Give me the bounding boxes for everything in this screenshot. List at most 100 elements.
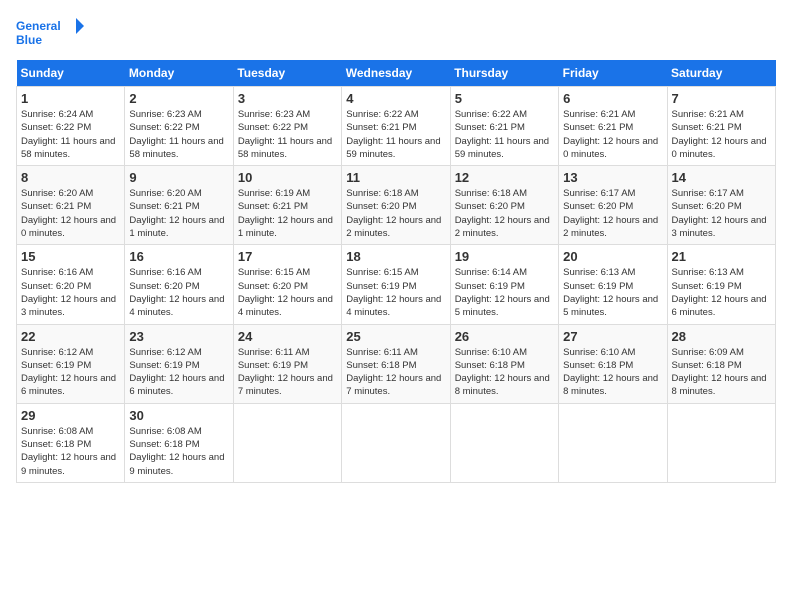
day-header-tuesday: Tuesday <box>233 60 341 87</box>
day-info: Sunrise: 6:22 AM Sunset: 6:21 PM Dayligh… <box>455 108 554 161</box>
day-cell <box>233 403 341 482</box>
logo: General Blue <box>16 16 86 52</box>
day-info: Sunrise: 6:10 AM Sunset: 6:18 PM Dayligh… <box>455 346 554 399</box>
day-header-thursday: Thursday <box>450 60 558 87</box>
day-cell: 2 Sunrise: 6:23 AM Sunset: 6:22 PM Daylig… <box>125 87 233 166</box>
week-row-3: 15 Sunrise: 6:16 AM Sunset: 6:20 PM Dayli… <box>17 245 776 324</box>
day-info: Sunrise: 6:14 AM Sunset: 6:19 PM Dayligh… <box>455 266 554 319</box>
day-info: Sunrise: 6:16 AM Sunset: 6:20 PM Dayligh… <box>129 266 228 319</box>
day-cell <box>450 403 558 482</box>
day-cell: 29 Sunrise: 6:08 AM Sunset: 6:18 PM Dayli… <box>17 403 125 482</box>
day-cell: 6 Sunrise: 6:21 AM Sunset: 6:21 PM Daylig… <box>559 87 667 166</box>
day-info: Sunrise: 6:08 AM Sunset: 6:18 PM Dayligh… <box>129 425 228 478</box>
day-info: Sunrise: 6:11 AM Sunset: 6:18 PM Dayligh… <box>346 346 445 399</box>
day-cell: 14Sunrise: 6:17 AM Sunset: 6:20 PM Dayli… <box>667 166 775 245</box>
day-number: 12 <box>455 170 554 185</box>
day-info: Sunrise: 6:09 AM Sunset: 6:18 PM Dayligh… <box>672 346 771 399</box>
day-info: Sunrise: 6:13 AM Sunset: 6:19 PM Dayligh… <box>563 266 662 319</box>
svg-text:General: General <box>16 19 61 33</box>
week-row-4: 22 Sunrise: 6:12 AM Sunset: 6:19 PM Dayli… <box>17 324 776 403</box>
day-cell: 12Sunrise: 6:18 AM Sunset: 6:20 PM Dayli… <box>450 166 558 245</box>
day-cell: 7 Sunrise: 6:21 AM Sunset: 6:21 PM Daylig… <box>667 87 775 166</box>
day-info: Sunrise: 6:22 AM Sunset: 6:21 PM Dayligh… <box>346 108 445 161</box>
day-number: 23 <box>129 329 228 344</box>
week-row-1: 1Sunrise: 6:24 AM Sunset: 6:22 PM Daylig… <box>17 87 776 166</box>
day-cell: 28 Sunrise: 6:09 AM Sunset: 6:18 PM Dayli… <box>667 324 775 403</box>
day-cell <box>342 403 450 482</box>
day-info: Sunrise: 6:12 AM Sunset: 6:19 PM Dayligh… <box>21 346 120 399</box>
day-cell: 23 Sunrise: 6:12 AM Sunset: 6:19 PM Dayli… <box>125 324 233 403</box>
calendar-table: SundayMondayTuesdayWednesdayThursdayFrid… <box>16 60 776 483</box>
day-info: Sunrise: 6:20 AM Sunset: 6:21 PM Dayligh… <box>21 187 120 240</box>
day-cell: 1Sunrise: 6:24 AM Sunset: 6:22 PM Daylig… <box>17 87 125 166</box>
day-number: 24 <box>238 329 337 344</box>
day-number: 30 <box>129 408 228 423</box>
day-info: Sunrise: 6:19 AM Sunset: 6:21 PM Dayligh… <box>238 187 337 240</box>
day-cell: 8 Sunrise: 6:20 AM Sunset: 6:21 PM Daylig… <box>17 166 125 245</box>
day-info: Sunrise: 6:17 AM Sunset: 6:20 PM Dayligh… <box>672 187 771 240</box>
day-info: Sunrise: 6:12 AM Sunset: 6:19 PM Dayligh… <box>129 346 228 399</box>
day-header-friday: Friday <box>559 60 667 87</box>
day-cell: 24 Sunrise: 6:11 AM Sunset: 6:19 PM Dayli… <box>233 324 341 403</box>
day-cell: 25 Sunrise: 6:11 AM Sunset: 6:18 PM Dayli… <box>342 324 450 403</box>
day-cell <box>559 403 667 482</box>
day-number: 15 <box>21 249 120 264</box>
day-header-sunday: Sunday <box>17 60 125 87</box>
day-cell: 19 Sunrise: 6:14 AM Sunset: 6:19 PM Dayli… <box>450 245 558 324</box>
day-info: Sunrise: 6:17 AM Sunset: 6:20 PM Dayligh… <box>563 187 662 240</box>
day-cell: 11Sunrise: 6:18 AM Sunset: 6:20 PM Dayli… <box>342 166 450 245</box>
day-info: Sunrise: 6:18 AM Sunset: 6:20 PM Dayligh… <box>346 187 445 240</box>
day-cell: 18 Sunrise: 6:15 AM Sunset: 6:19 PM Dayli… <box>342 245 450 324</box>
day-cell: 3Sunrise: 6:23 AM Sunset: 6:22 PM Daylig… <box>233 87 341 166</box>
day-number: 17 <box>238 249 337 264</box>
day-number: 13 <box>563 170 662 185</box>
day-number: 26 <box>455 329 554 344</box>
day-number: 6 <box>563 91 662 106</box>
day-number: 27 <box>563 329 662 344</box>
day-cell: 30 Sunrise: 6:08 AM Sunset: 6:18 PM Dayli… <box>125 403 233 482</box>
day-info: Sunrise: 6:15 AM Sunset: 6:20 PM Dayligh… <box>238 266 337 319</box>
day-cell: 21Sunrise: 6:13 AM Sunset: 6:19 PM Dayli… <box>667 245 775 324</box>
day-number: 10 <box>238 170 337 185</box>
day-info: Sunrise: 6:11 AM Sunset: 6:19 PM Dayligh… <box>238 346 337 399</box>
day-header-saturday: Saturday <box>667 60 775 87</box>
day-number: 1 <box>21 91 120 106</box>
day-info: Sunrise: 6:21 AM Sunset: 6:21 PM Dayligh… <box>672 108 771 161</box>
day-cell: 4 Sunrise: 6:22 AM Sunset: 6:21 PM Daylig… <box>342 87 450 166</box>
day-number: 8 <box>21 170 120 185</box>
day-number: 25 <box>346 329 445 344</box>
day-info: Sunrise: 6:16 AM Sunset: 6:20 PM Dayligh… <box>21 266 120 319</box>
week-row-2: 8 Sunrise: 6:20 AM Sunset: 6:21 PM Daylig… <box>17 166 776 245</box>
day-cell: 15 Sunrise: 6:16 AM Sunset: 6:20 PM Dayli… <box>17 245 125 324</box>
day-info: Sunrise: 6:08 AM Sunset: 6:18 PM Dayligh… <box>21 425 120 478</box>
day-number: 3 <box>238 91 337 106</box>
days-header-row: SundayMondayTuesdayWednesdayThursdayFrid… <box>17 60 776 87</box>
day-cell: 27 Sunrise: 6:10 AM Sunset: 6:18 PM Dayli… <box>559 324 667 403</box>
day-number: 7 <box>672 91 771 106</box>
day-header-wednesday: Wednesday <box>342 60 450 87</box>
day-number: 9 <box>129 170 228 185</box>
day-cell: 20Sunrise: 6:13 AM Sunset: 6:19 PM Dayli… <box>559 245 667 324</box>
logo-svg: General Blue <box>16 16 86 52</box>
day-number: 29 <box>21 408 120 423</box>
day-cell: 16Sunrise: 6:16 AM Sunset: 6:20 PM Dayli… <box>125 245 233 324</box>
day-number: 22 <box>21 329 120 344</box>
day-info: Sunrise: 6:10 AM Sunset: 6:18 PM Dayligh… <box>563 346 662 399</box>
day-info: Sunrise: 6:15 AM Sunset: 6:19 PM Dayligh… <box>346 266 445 319</box>
day-number: 18 <box>346 249 445 264</box>
day-cell: 10 Sunrise: 6:19 AM Sunset: 6:21 PM Dayli… <box>233 166 341 245</box>
day-number: 19 <box>455 249 554 264</box>
day-number: 2 <box>129 91 228 106</box>
day-info: Sunrise: 6:20 AM Sunset: 6:21 PM Dayligh… <box>129 187 228 240</box>
day-cell <box>667 403 775 482</box>
day-info: Sunrise: 6:21 AM Sunset: 6:21 PM Dayligh… <box>563 108 662 161</box>
day-header-monday: Monday <box>125 60 233 87</box>
day-number: 28 <box>672 329 771 344</box>
day-info: Sunrise: 6:23 AM Sunset: 6:22 PM Dayligh… <box>129 108 228 161</box>
week-row-5: 29 Sunrise: 6:08 AM Sunset: 6:18 PM Dayli… <box>17 403 776 482</box>
svg-text:Blue: Blue <box>16 33 42 47</box>
day-cell: 22 Sunrise: 6:12 AM Sunset: 6:19 PM Dayli… <box>17 324 125 403</box>
day-number: 4 <box>346 91 445 106</box>
day-cell: 9 Sunrise: 6:20 AM Sunset: 6:21 PM Daylig… <box>125 166 233 245</box>
day-number: 5 <box>455 91 554 106</box>
